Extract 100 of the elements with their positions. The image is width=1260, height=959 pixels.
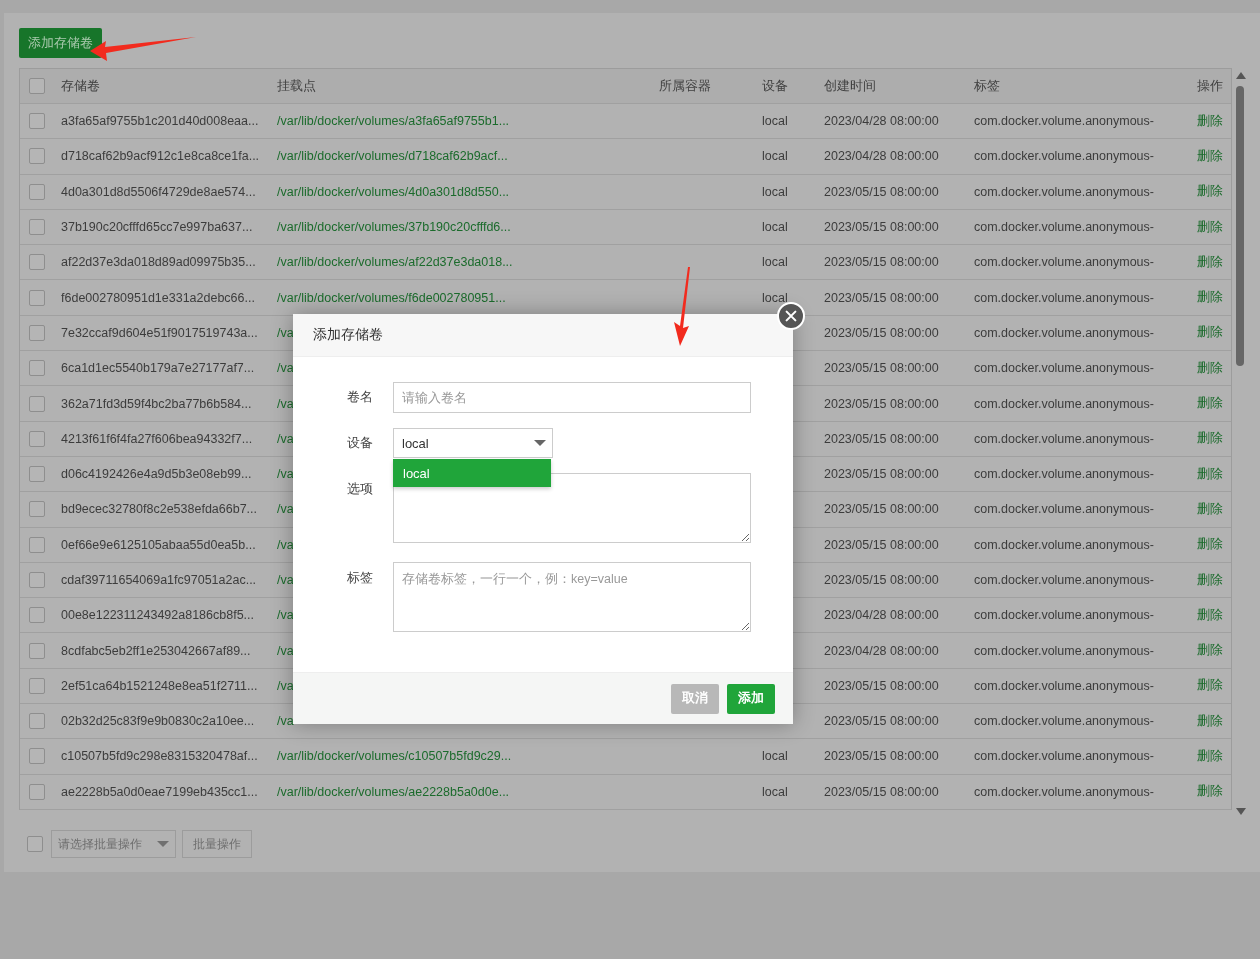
row-checkbox[interactable] [29, 607, 45, 624]
delete-link[interactable]: 删除 [1197, 783, 1223, 801]
column-header: 存储卷 [61, 77, 100, 95]
dialog-title: 添加存储卷 [313, 326, 383, 344]
created-time: 2023/04/28 08:00:00 [824, 643, 939, 658]
device-select[interactable]: local [393, 428, 553, 458]
created-time: 2023/05/15 08:00:00 [824, 325, 939, 340]
mount-path-link[interactable]: /va [277, 714, 294, 729]
label-text: com.docker.volume.anonymous- [974, 784, 1154, 799]
row-checkbox[interactable] [29, 466, 45, 483]
delete-link[interactable]: 删除 [1197, 536, 1223, 554]
column-header: 所属容器 [659, 77, 711, 95]
mount-path-link[interactable]: /var/lib/docker/volumes/c10507b5fd9c29... [277, 749, 512, 764]
row-checkbox[interactable] [29, 430, 45, 447]
row-checkbox[interactable] [29, 642, 45, 659]
mount-path-link[interactable]: /va [277, 325, 294, 340]
created-time: 2023/05/15 08:00:00 [824, 714, 939, 729]
column-header: 挂载点 [277, 77, 316, 95]
volume-name-input[interactable]: 请输入卷名 [393, 382, 751, 413]
dropdown-option[interactable]: local [393, 459, 551, 487]
device-text: local [762, 290, 788, 305]
label-text: com.docker.volume.anonymous- [974, 114, 1154, 129]
created-time: 2023/05/15 08:00:00 [824, 431, 939, 446]
delete-link[interactable]: 删除 [1197, 500, 1223, 518]
row-checkbox[interactable] [29, 536, 45, 553]
delete-link[interactable]: 删除 [1197, 253, 1223, 271]
delete-link[interactable]: 删除 [1197, 147, 1223, 165]
mount-path-link[interactable]: /var/lib/docker/volumes/a3fa65af9755b1... [277, 114, 510, 129]
mount-path-link[interactable]: /va [277, 361, 294, 376]
mount-path-link[interactable]: /var/lib/docker/volumes/af22d37e3da018... [277, 255, 513, 270]
label-text: com.docker.volume.anonymous- [974, 290, 1154, 305]
row-checkbox[interactable] [29, 324, 45, 341]
delete-link[interactable]: 删除 [1197, 748, 1223, 765]
mount-path-link[interactable]: /va [277, 431, 294, 446]
volume-name: 37b190c20cfffd65cc7e997ba637... [61, 220, 253, 235]
label-text: com.docker.volume.anonymous- [974, 149, 1154, 164]
delete-link[interactable]: 删除 [1197, 571, 1223, 589]
label-text: com.docker.volume.anonymous- [974, 431, 1154, 446]
row-checkbox[interactable] [29, 677, 45, 694]
row-checkbox[interactable] [29, 254, 45, 271]
delete-link[interactable]: 删除 [1197, 218, 1223, 236]
volume-name: 02b32d25c83f9e9b0830c2a10ee... [61, 714, 255, 729]
volume-name: 4213f61f6f4fa27f606bea94332f7... [61, 431, 253, 446]
row-checkbox[interactable] [29, 113, 45, 130]
volume-name: 362a71fd3d59f4bc2ba77b6b584... [61, 396, 252, 411]
volume-name: 8cdfabc5eb2ff1e253042667af89... [61, 643, 251, 658]
volume-name: 2ef51ca64b1521248e8ea51f2711... [61, 678, 258, 693]
row-checkbox[interactable] [29, 501, 45, 518]
select-all-checkbox[interactable] [27, 836, 43, 852]
row-checkbox[interactable] [29, 395, 45, 412]
created-time: 2023/04/28 08:00:00 [824, 114, 939, 129]
row-checkbox[interactable] [29, 219, 45, 236]
scroll-up-icon[interactable] [1236, 72, 1246, 79]
mount-path-link[interactable]: /va [277, 467, 294, 482]
select-all-checkbox[interactable] [29, 78, 45, 94]
mount-path-link[interactable]: /va [277, 502, 294, 517]
mount-path-link[interactable]: /va [277, 537, 294, 552]
mount-path-link[interactable]: /va [277, 678, 294, 693]
mount-path-link[interactable]: /va [277, 396, 294, 411]
mount-path-link[interactable]: /var/lib/docker/volumes/d718caf62b9acf... [277, 149, 508, 164]
delete-link[interactable]: 删除 [1197, 430, 1223, 448]
batch-select[interactable]: 请选择批量操作 [51, 830, 176, 858]
row-checkbox[interactable] [29, 572, 45, 588]
created-time: 2023/05/15 08:00:00 [824, 361, 939, 376]
scrollbar-thumb[interactable] [1236, 86, 1244, 366]
field-label: 设备 [346, 434, 373, 452]
delete-link[interactable]: 删除 [1197, 112, 1223, 130]
row-checkbox[interactable] [29, 748, 45, 765]
mount-path-link[interactable]: /var/lib/docker/volumes/37b190c20cfffd6... [277, 220, 511, 235]
mount-path-link[interactable]: /va [277, 573, 294, 587]
label-text: com.docker.volume.anonymous- [974, 467, 1154, 482]
row-checkbox[interactable] [29, 183, 45, 200]
scroll-down-icon[interactable] [1236, 808, 1246, 815]
label-text: com.docker.volume.anonymous- [974, 502, 1154, 517]
delete-link[interactable]: 删除 [1197, 465, 1223, 483]
row-checkbox[interactable] [29, 713, 45, 730]
mount-path-link[interactable]: /var/lib/docker/volumes/f6de002780951... [277, 290, 506, 305]
delete-link[interactable]: 删除 [1197, 289, 1223, 307]
volume-name: af22d37e3da018d89ad09975b35... [61, 255, 256, 270]
row-checkbox[interactable] [29, 148, 45, 165]
column-header: 创建时间 [824, 77, 876, 95]
row-checkbox[interactable] [29, 783, 45, 800]
delete-link[interactable]: 删除 [1197, 642, 1223, 660]
row-checkbox[interactable] [29, 289, 45, 306]
delete-link[interactable]: 删除 [1197, 359, 1223, 377]
mount-path-link[interactable]: /va [277, 608, 294, 623]
add-volume-button[interactable]: 添加存储卷 [19, 28, 102, 58]
delete-link[interactable]: 删除 [1197, 183, 1223, 201]
delete-link[interactable]: 删除 [1197, 395, 1223, 412]
delete-link[interactable]: 删除 [1197, 677, 1223, 695]
delete-link[interactable]: 删除 [1197, 606, 1223, 624]
delete-link[interactable]: 删除 [1197, 712, 1223, 730]
mount-path-link[interactable]: /va [277, 643, 294, 658]
add-button[interactable]: 添加 [727, 683, 775, 714]
mount-path-link[interactable]: /var/lib/docker/volumes/4d0a301d8d550... [277, 184, 510, 199]
row-checkbox[interactable] [29, 360, 45, 377]
batch-button[interactable]: 批量操作 [182, 830, 252, 858]
cancel-button[interactable]: 取消 [671, 683, 719, 714]
mount-path-link[interactable]: /var/lib/docker/volumes/ae2228b5a0d0e... [277, 784, 510, 799]
delete-link[interactable]: 删除 [1197, 324, 1223, 342]
